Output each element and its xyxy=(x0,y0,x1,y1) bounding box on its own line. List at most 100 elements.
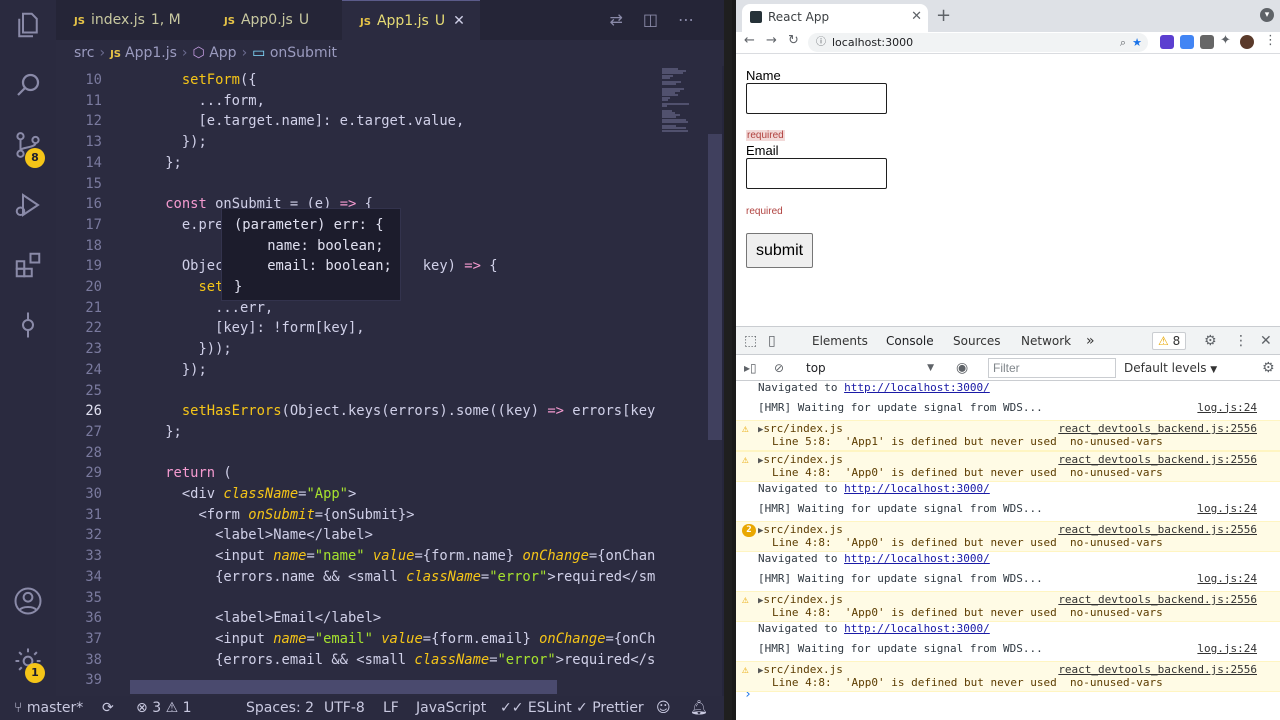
search-icon[interactable] xyxy=(12,70,44,102)
code-line[interactable]: 33 <input name="name" value={form.name} … xyxy=(56,546,656,567)
code-line[interactable]: 10 setForm({ xyxy=(56,70,656,91)
tab-close-icon[interactable]: ✕ xyxy=(453,13,465,29)
log-levels-select[interactable]: Default levels ▼ xyxy=(1124,355,1217,383)
prettier-status[interactable]: ✓ Prettier xyxy=(576,696,644,720)
console-link[interactable]: http://localhost:3000/ xyxy=(844,622,990,635)
name-input[interactable] xyxy=(746,83,887,114)
breadcrumb-symbol[interactable]: onSubmit xyxy=(270,45,337,61)
code-line[interactable]: 38 {errors.email && <small className="er… xyxy=(56,650,656,671)
console-source-link[interactable]: react_devtools_backend.js:2556 xyxy=(1058,422,1257,435)
inspect-element-icon[interactable]: ⬚ xyxy=(744,327,757,355)
code-line[interactable]: 28 xyxy=(56,443,656,464)
encoding-status[interactable]: UTF-8 xyxy=(324,696,365,720)
sidebar-toggle-icon[interactable]: ▸▯ xyxy=(744,355,757,381)
vertical-scrollbar[interactable] xyxy=(708,66,722,696)
split-editor-icon[interactable]: ◫ xyxy=(643,10,678,29)
extension-icon[interactable] xyxy=(1160,35,1174,49)
console-source-link[interactable]: log.js:24 xyxy=(1197,642,1257,655)
extension-icon[interactable] xyxy=(1180,35,1194,49)
code-line[interactable]: 15 xyxy=(56,174,656,195)
code-line[interactable]: 27 }; xyxy=(56,422,656,443)
language-status[interactable]: JavaScript xyxy=(416,696,486,720)
problems-indicator[interactable]: ⊗ 3 ⚠ 1 xyxy=(136,696,192,720)
timeline-icon[interactable] xyxy=(12,310,44,342)
tab-app0-js[interactable]: JS App0.js U xyxy=(206,0,342,40)
window-menu-icon[interactable]: ▾ xyxy=(1260,8,1274,22)
new-tab-button[interactable]: + xyxy=(936,4,951,28)
submit-button[interactable]: submit xyxy=(746,233,813,268)
code-line[interactable]: 37 <input name="email" value={form.email… xyxy=(56,629,656,650)
console-link[interactable]: http://localhost:3000/ xyxy=(844,381,990,394)
sync-icon[interactable]: ⟳ xyxy=(102,696,114,720)
console-message[interactable]: ▶src/index.js xyxy=(758,523,843,536)
code-line[interactable]: 35 xyxy=(56,588,656,609)
code-line[interactable]: 36 <label>Email</label> xyxy=(56,608,656,629)
horizontal-scrollbar[interactable] xyxy=(130,680,557,694)
console-source-link[interactable]: react_devtools_backend.js:2556 xyxy=(1058,593,1257,606)
profile-avatar[interactable] xyxy=(1240,35,1254,49)
breadcrumb-file[interactable]: App1.js xyxy=(125,45,177,61)
chrome-menu-icon[interactable]: ⋮ xyxy=(1264,33,1277,48)
code-line[interactable]: 13 }); xyxy=(56,132,656,153)
account-icon[interactable] xyxy=(12,586,44,618)
console-filter-input[interactable] xyxy=(988,358,1116,378)
tab-index-js[interactable]: JS index.js 1, M xyxy=(56,0,206,40)
code-line[interactable]: 25 xyxy=(56,381,656,402)
back-arrow-icon[interactable]: ← xyxy=(744,33,755,48)
tab-network[interactable]: Network xyxy=(1021,327,1071,355)
console-source-link[interactable]: log.js:24 xyxy=(1197,572,1257,585)
breadcrumb-folder[interactable]: src xyxy=(74,45,94,61)
tab-elements[interactable]: Elements xyxy=(812,327,868,355)
device-toolbar-icon[interactable]: ▯ xyxy=(768,327,776,355)
code-line[interactable]: 23 })); xyxy=(56,339,656,360)
forward-arrow-icon[interactable]: → xyxy=(766,33,777,48)
extension-icon[interactable] xyxy=(1200,35,1214,49)
console-source-link[interactable]: log.js:24 xyxy=(1197,401,1257,414)
address-bar[interactable]: ⓘ localhost:3000 ⌕ ★ xyxy=(808,33,1148,52)
zoom-icon[interactable]: ⌕ xyxy=(1120,33,1126,52)
code-line[interactable]: 11 ...form, xyxy=(56,91,656,112)
more-tabs-icon[interactable]: » xyxy=(1086,327,1095,355)
eslint-status[interactable]: ✓✓ ESLint xyxy=(500,696,572,720)
code-line[interactable]: 14 }; xyxy=(56,153,656,174)
eol-status[interactable]: LF xyxy=(383,696,399,720)
browser-tab[interactable]: React App ✕ xyxy=(742,4,928,32)
tab-console[interactable]: Console xyxy=(882,327,938,357)
console-source-link[interactable]: react_devtools_backend.js:2556 xyxy=(1058,453,1257,466)
tab-sources[interactable]: Sources xyxy=(953,327,1000,355)
run-debug-icon[interactable] xyxy=(12,190,44,222)
reload-icon[interactable]: ↻ xyxy=(788,33,799,48)
code-line[interactable]: 34 {errors.name && <small className="err… xyxy=(56,567,656,588)
console-source-link[interactable]: react_devtools_backend.js:2556 xyxy=(1058,523,1257,536)
code-line[interactable]: 22 [key]: !form[key], xyxy=(56,318,656,339)
bookmark-star-icon[interactable]: ★ xyxy=(1132,33,1142,52)
context-select[interactable]: top ▼ xyxy=(800,358,940,378)
devtools-settings-gear-icon[interactable]: ⚙ xyxy=(1204,327,1217,355)
console-source-link[interactable]: react_devtools_backend.js:2556 xyxy=(1058,663,1257,676)
email-input[interactable] xyxy=(746,158,887,189)
breadcrumb-component[interactable]: App xyxy=(209,45,236,61)
code-line[interactable]: 29 return ( xyxy=(56,463,656,484)
code-line[interactable]: 24 }); xyxy=(56,360,656,381)
devtools-menu-icon[interactable]: ⋮ xyxy=(1234,327,1248,355)
tab-app1-js[interactable]: JS App1.js U ✕ xyxy=(342,0,480,40)
warnings-counter[interactable]: ⚠ 8 xyxy=(1152,332,1187,350)
console-message[interactable]: ▶src/index.js xyxy=(758,453,843,466)
code-line[interactable]: 30 <div className="App"> xyxy=(56,484,656,505)
console-message[interactable]: ▶src/index.js xyxy=(758,593,843,606)
explorer-icon[interactable] xyxy=(12,10,44,42)
scrollbar-thumb[interactable] xyxy=(708,134,722,440)
code-line[interactable]: 32 <label>Name</label> xyxy=(56,525,656,546)
extensions-puzzle-icon[interactable]: ✦ xyxy=(1220,33,1231,48)
console-message[interactable]: ▶src/index.js xyxy=(758,422,843,435)
console-message[interactable]: ▶src/index.js xyxy=(758,663,843,676)
indentation-status[interactable]: Spaces: 2 xyxy=(246,696,314,720)
close-tab-icon[interactable]: ✕ xyxy=(911,4,922,30)
devtools-close-icon[interactable]: ✕ xyxy=(1260,327,1272,355)
clear-console-icon[interactable]: ⊘ xyxy=(774,355,784,381)
extensions-icon[interactable] xyxy=(12,250,44,282)
compare-icon[interactable]: ⇄ xyxy=(609,10,642,29)
feedback-icon[interactable]: ☺ xyxy=(656,696,671,720)
console-source-link[interactable]: log.js:24 xyxy=(1197,502,1257,515)
console-link[interactable]: http://localhost:3000/ xyxy=(844,482,990,495)
